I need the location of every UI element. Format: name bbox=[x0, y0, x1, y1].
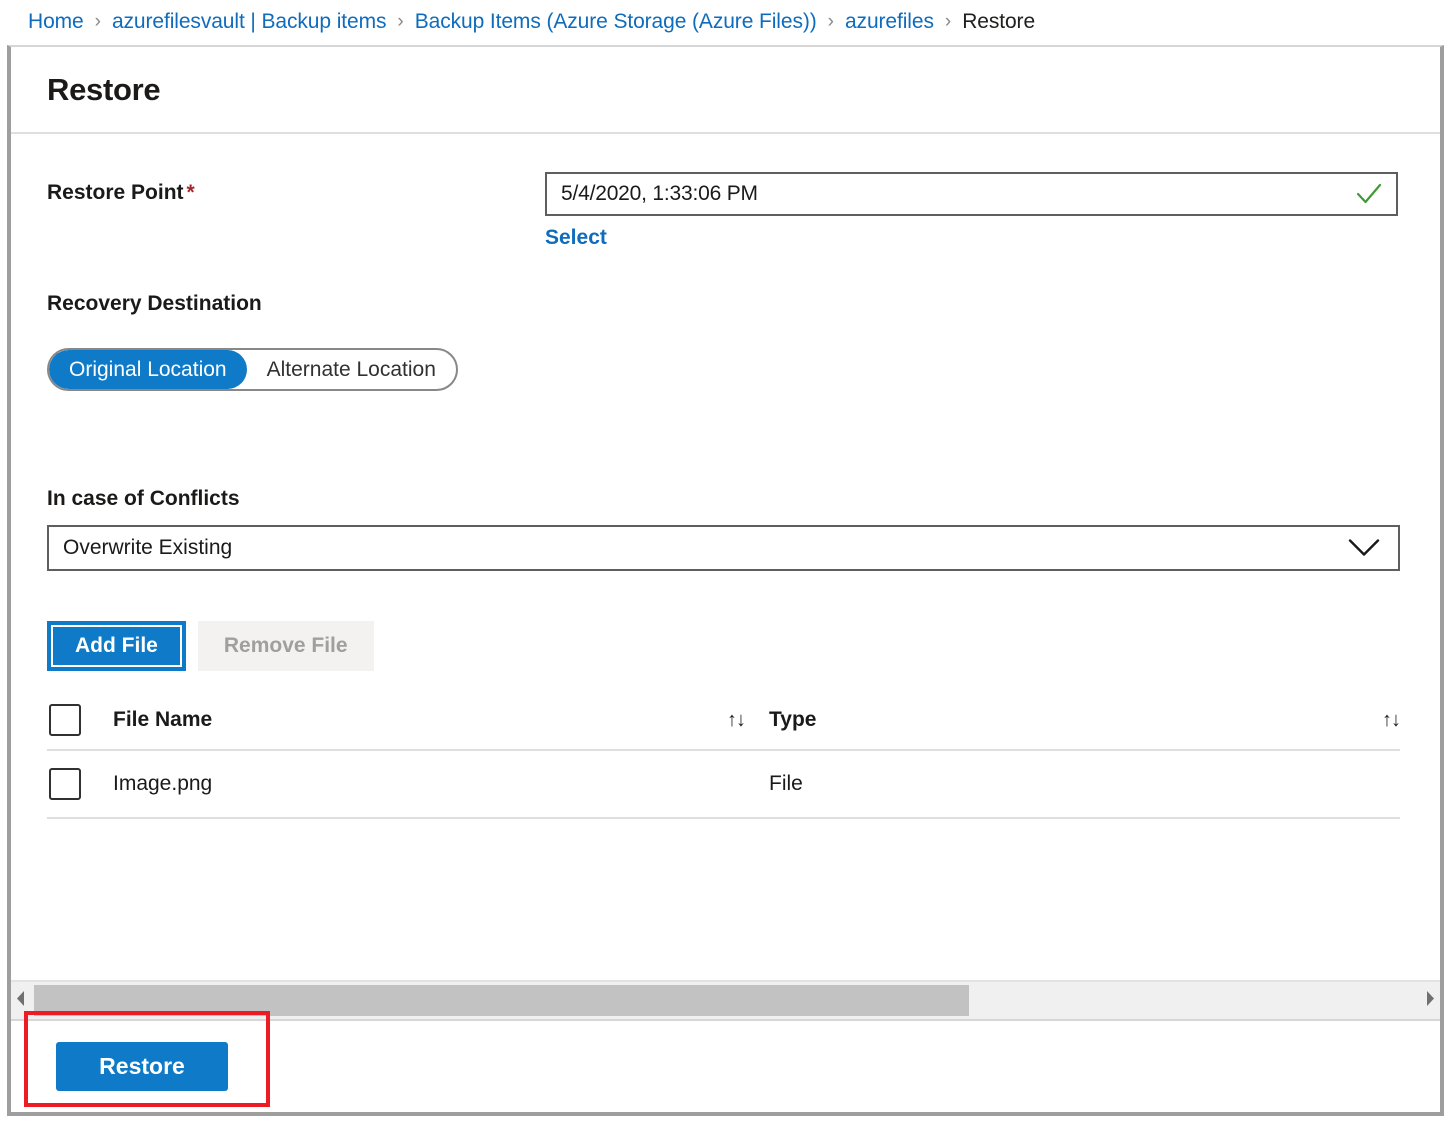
blade-body: Restore Point* 5/4/2020, 1:33:06 PM Sele… bbox=[11, 172, 1440, 1019]
breadcrumb-item-backup-items[interactable]: Backup Items (Azure Storage (Azure Files… bbox=[415, 10, 817, 34]
file-action-buttons: Add File Remove File bbox=[47, 621, 1404, 671]
recovery-destination-label: Recovery Destination bbox=[47, 292, 1404, 316]
restore-point-label: Restore Point* bbox=[47, 172, 545, 205]
breadcrumb-separator-icon: › bbox=[828, 11, 834, 33]
sort-arrows-icon[interactable]: ↑↓ bbox=[727, 709, 745, 732]
restore-point-row: Restore Point* 5/4/2020, 1:33:06 PM Sele… bbox=[47, 172, 1404, 250]
breadcrumb-item-home[interactable]: Home bbox=[28, 10, 84, 34]
breadcrumb-separator-icon: › bbox=[95, 11, 101, 33]
checkmark-icon bbox=[1356, 183, 1382, 205]
breadcrumb: Home › azurefilesvault | Backup items › … bbox=[0, 0, 1449, 43]
conflicts-selected-value: Overwrite Existing bbox=[63, 536, 232, 560]
toggle-option-alternate-location[interactable]: Alternate Location bbox=[247, 350, 456, 389]
sort-arrows-icon[interactable]: ↑↓ bbox=[1382, 709, 1400, 732]
column-header-type-label: Type bbox=[769, 708, 816, 731]
restore-point-value: 5/4/2020, 1:33:06 PM bbox=[561, 182, 758, 206]
remove-file-button: Remove File bbox=[198, 621, 374, 671]
toggle-option-original-location[interactable]: Original Location bbox=[49, 350, 247, 389]
breadcrumb-item-azurefiles[interactable]: azurefiles bbox=[845, 10, 934, 34]
restore-point-input[interactable]: 5/4/2020, 1:33:06 PM bbox=[545, 172, 1398, 216]
restore-blade: Restore Restore Point* 5/4/2020, 1:33:06… bbox=[7, 45, 1444, 1116]
breadcrumb-item-azurefilesvault[interactable]: azurefilesvault | Backup items bbox=[112, 10, 386, 34]
add-file-button-label: Add File bbox=[51, 625, 182, 667]
file-table-header: File Name ↑↓ Type ↑↓ bbox=[47, 691, 1400, 751]
page-title: Restore bbox=[47, 72, 160, 108]
chevron-down-icon bbox=[1348, 539, 1380, 558]
table-row[interactable]: Image.png File bbox=[47, 751, 1400, 819]
breadcrumb-item-restore: Restore bbox=[962, 10, 1035, 34]
blade-footer: Restore bbox=[11, 1019, 1440, 1112]
conflicts-label: In case of Conflicts bbox=[47, 487, 1404, 511]
restore-point-field-col: 5/4/2020, 1:33:06 PM Select bbox=[545, 172, 1404, 250]
column-header-file-name-label: File Name bbox=[113, 708, 212, 731]
breadcrumb-separator-icon: › bbox=[945, 11, 951, 33]
required-marker: * bbox=[187, 181, 195, 204]
select-all-checkbox[interactable] bbox=[49, 704, 81, 736]
restore-point-label-text: Restore Point bbox=[47, 181, 184, 204]
sort-file-name-cell: ↑↓ bbox=[703, 709, 769, 732]
restore-button[interactable]: Restore bbox=[56, 1042, 228, 1091]
recovery-destination-toggle[interactable]: Original Location Alternate Location bbox=[47, 348, 458, 391]
scroll-left-button[interactable] bbox=[11, 990, 30, 1012]
blade-title-bar: Restore bbox=[11, 47, 1440, 134]
scroll-right-button[interactable] bbox=[1421, 990, 1440, 1012]
column-header-file-name[interactable]: File Name bbox=[113, 708, 703, 732]
select-restore-point-link[interactable]: Select bbox=[545, 226, 607, 250]
sort-type-cell: ↑↓ bbox=[1340, 709, 1400, 732]
breadcrumb-separator-icon: › bbox=[397, 11, 403, 33]
row-select-cell bbox=[47, 768, 113, 800]
restore-blade-page: Home › azurefilesvault | Backup items › … bbox=[0, 0, 1449, 1123]
restore-button-label: Restore bbox=[99, 1053, 185, 1080]
cell-file-name: Image.png bbox=[113, 772, 703, 796]
row-checkbox[interactable] bbox=[49, 768, 81, 800]
cell-file-name-text: Image.png bbox=[113, 772, 212, 795]
add-file-button[interactable]: Add File bbox=[47, 621, 186, 671]
cell-type: File bbox=[769, 772, 1340, 796]
recovery-destination-section: Recovery Destination Original Location A… bbox=[47, 292, 1404, 391]
caret-left-icon bbox=[15, 990, 26, 1012]
remove-file-button-label: Remove File bbox=[224, 634, 348, 658]
conflicts-section: In case of Conflicts Overwrite Existing bbox=[47, 487, 1404, 571]
file-table: File Name ↑↓ Type ↑↓ bbox=[47, 691, 1400, 819]
cell-type-text: File bbox=[769, 772, 803, 795]
conflicts-dropdown[interactable]: Overwrite Existing bbox=[47, 525, 1400, 571]
column-header-type[interactable]: Type bbox=[769, 708, 1340, 732]
caret-right-icon bbox=[1425, 990, 1436, 1012]
select-all-cell bbox=[47, 704, 113, 736]
